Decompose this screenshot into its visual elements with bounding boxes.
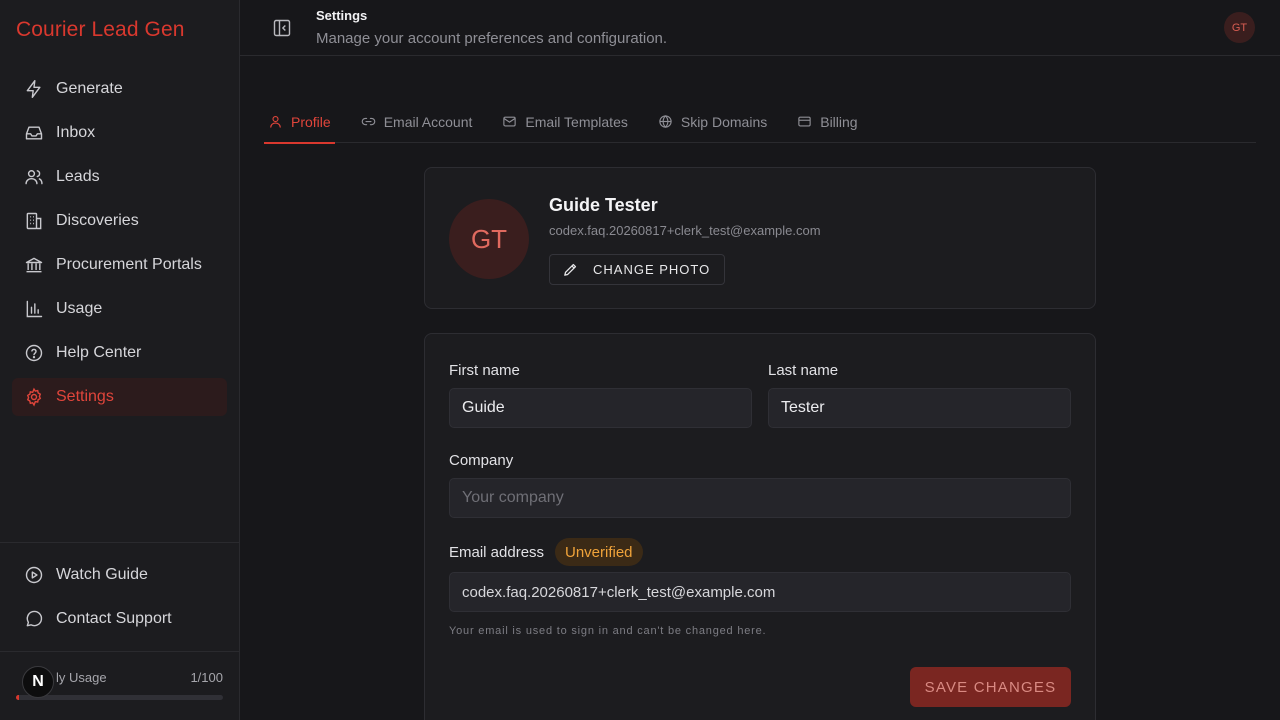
usage-progress-bar <box>16 695 223 700</box>
play-circle-icon <box>24 565 44 585</box>
sidebar-item-procurement-portals[interactable]: Procurement Portals <box>12 246 227 284</box>
profile-form-card: First name Last name Company Email addre… <box>424 333 1096 720</box>
email-hint: Your email is used to sign in and can't … <box>449 625 767 637</box>
sidebar-divider <box>0 651 240 652</box>
company-input[interactable] <box>449 478 1071 518</box>
usage-value: 1/100 <box>190 670 223 685</box>
profile-email: codex.faq.20260817+clerk_test@example.co… <box>549 223 821 238</box>
profile-name: Guide Tester <box>549 195 658 215</box>
sidebar-item-label: Usage <box>56 300 103 317</box>
usage-progress-fill <box>16 695 20 700</box>
last-name-label: Last name <box>768 362 839 379</box>
sidebar-item-label: Help Center <box>56 344 142 361</box>
help-circle-icon <box>24 343 44 363</box>
tab-profile[interactable]: Profile <box>264 100 335 144</box>
sidebar-item-inbox[interactable]: Inbox <box>12 114 227 152</box>
settings-tabs: Profile Email Account Email Templates Sk… <box>264 100 1256 144</box>
tab-email-templates[interactable]: Email Templates <box>498 100 631 143</box>
sidebar-item-label: Procurement Portals <box>56 256 202 273</box>
sidebar-item-contact-support[interactable]: Contact Support <box>12 600 227 638</box>
change-photo-label: CHANGE PHOTO <box>593 262 711 277</box>
link-icon <box>361 114 376 129</box>
sidebar-item-label: Watch Guide <box>56 566 148 583</box>
tab-label: Profile <box>291 113 331 130</box>
page-title: Settings <box>316 8 368 23</box>
tab-label: Email Account <box>383 113 473 130</box>
top-header: Settings Manage your account preferences… <box>240 0 1280 56</box>
email-readonly-field: codex.faq.20260817+clerk_test@example.co… <box>449 572 1071 612</box>
tab-label: Skip Domains <box>680 113 768 130</box>
mail-icon <box>502 114 517 129</box>
sidebar-item-label: Discoveries <box>56 212 139 229</box>
message-circle-icon <box>24 609 44 629</box>
company-label: Company <box>449 452 514 469</box>
sidebar-item-settings[interactable]: Settings <box>12 378 227 416</box>
n-badge-button[interactable]: N <box>22 666 54 698</box>
sidebar: Courier Lead Gen Generate Inbox Leads Di… <box>0 0 240 720</box>
last-name-input[interactable] <box>768 388 1071 428</box>
page-subtitle: Manage your account preferences and conf… <box>316 30 668 47</box>
bottom-nav: Watch Guide Contact Support <box>12 556 227 644</box>
bar-chart-icon <box>24 299 44 319</box>
brand-logo-text[interactable]: Courier Lead Gen <box>16 18 185 42</box>
sidebar-item-label: Generate <box>56 80 123 97</box>
sidebar-item-label: Leads <box>56 168 100 185</box>
first-name-input[interactable] <box>449 388 752 428</box>
sidebar-item-generate[interactable]: Generate <box>12 70 227 108</box>
sidebar-item-label: Contact Support <box>56 610 172 627</box>
users-icon <box>24 167 44 187</box>
landmark-icon <box>24 255 44 275</box>
credit-card-icon <box>797 114 812 129</box>
sidebar-item-watch-guide[interactable]: Watch Guide <box>12 556 227 594</box>
profile-card: GT Guide Tester codex.faq.20260817+clerk… <box>424 167 1096 309</box>
user-avatar-button[interactable]: GT <box>1224 12 1255 43</box>
sidebar-item-label: Settings <box>56 388 114 405</box>
inbox-icon <box>24 123 44 143</box>
unverified-badge: Unverified <box>555 538 643 566</box>
tab-billing[interactable]: Billing <box>793 100 861 143</box>
gear-icon <box>24 387 44 407</box>
tab-label: Billing <box>820 113 858 130</box>
first-name-label: First name <box>449 362 520 379</box>
sidebar-divider <box>0 542 240 543</box>
user-icon <box>268 114 283 129</box>
sidebar-item-usage[interactable]: Usage <box>12 290 227 328</box>
tab-skip-domains[interactable]: Skip Domains <box>654 100 771 143</box>
email-label: Email address <box>449 544 545 561</box>
sidebar-toggle-icon[interactable] <box>272 18 292 38</box>
tab-label: Email Templates <box>525 113 628 130</box>
change-photo-button[interactable]: CHANGE PHOTO <box>549 254 726 285</box>
sidebar-item-leads[interactable]: Leads <box>12 158 227 196</box>
sidebar-item-help-center[interactable]: Help Center <box>12 334 227 372</box>
bolt-icon <box>24 79 44 99</box>
building-icon <box>24 211 44 231</box>
save-changes-button[interactable]: SAVE CHANGES <box>910 667 1071 707</box>
sidebar-item-label: Inbox <box>56 124 96 141</box>
pencil-icon <box>562 261 579 278</box>
sidebar-item-discoveries[interactable]: Discoveries <box>12 202 227 240</box>
tab-email-account[interactable]: Email Account <box>357 100 477 143</box>
globe-icon <box>658 114 673 129</box>
profile-avatar: GT <box>449 199 529 279</box>
main-nav: Generate Inbox Leads Discoveries Procure… <box>12 70 227 422</box>
